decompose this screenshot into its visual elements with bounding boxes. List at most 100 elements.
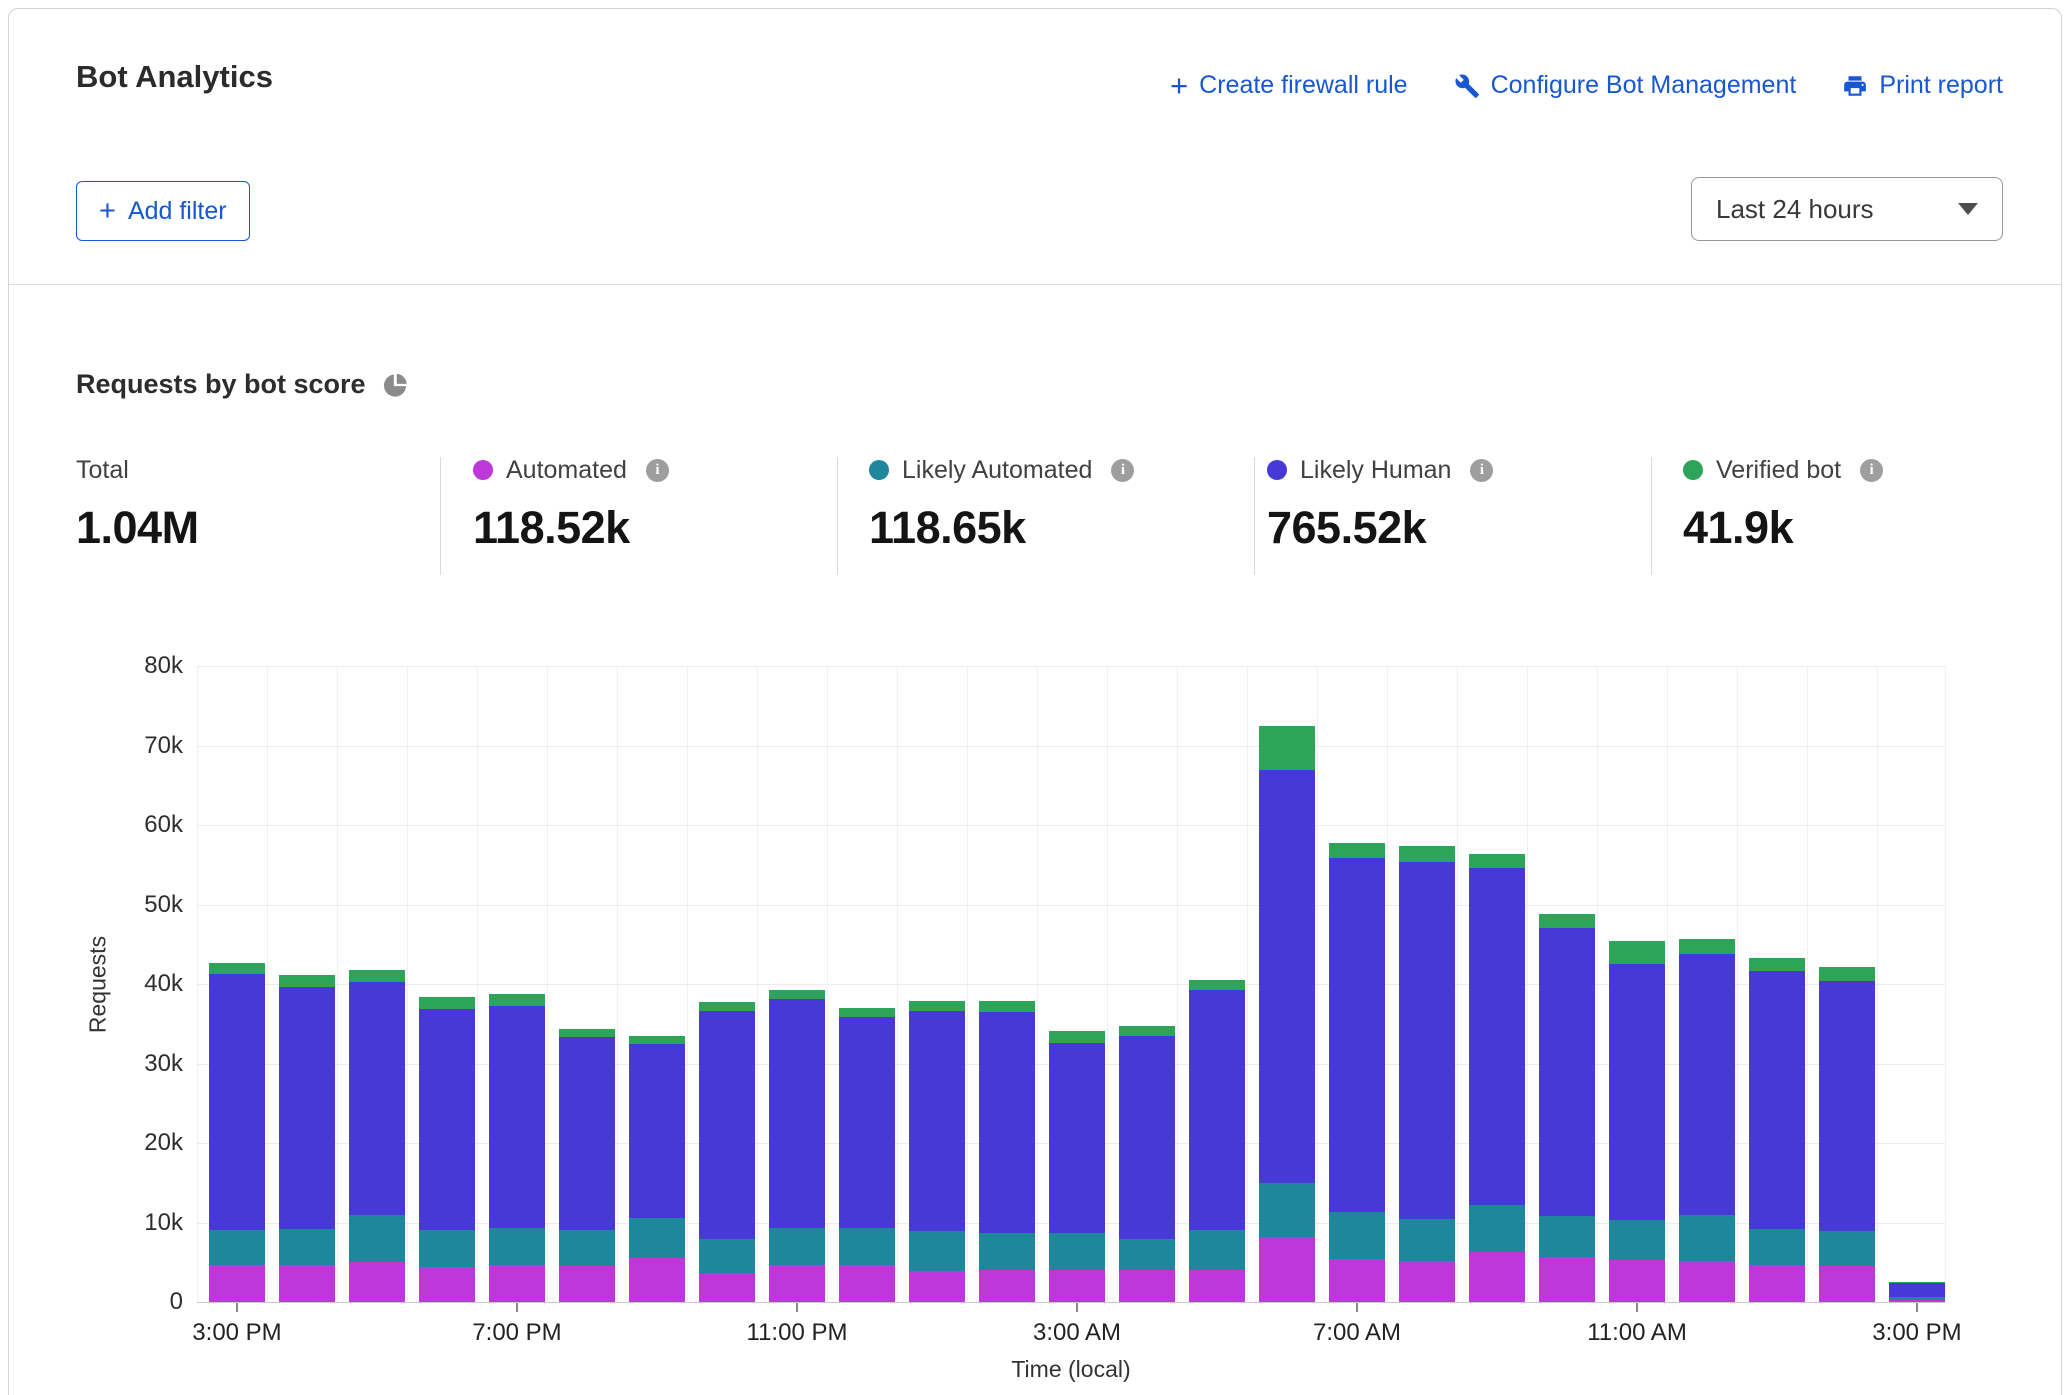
bar-segment[interactable]	[1819, 1231, 1875, 1266]
bar-segment[interactable]	[1329, 1259, 1385, 1302]
bar-segment[interactable]	[1189, 990, 1245, 1230]
bar-segment[interactable]	[279, 1265, 335, 1302]
bar-segment[interactable]	[209, 1230, 265, 1265]
bar-segment[interactable]	[839, 1265, 895, 1302]
bar-segment[interactable]	[1399, 1261, 1455, 1302]
bar-segment[interactable]	[699, 1273, 755, 1302]
bar-segment[interactable]	[699, 1002, 755, 1011]
bar-segment[interactable]	[1539, 1257, 1595, 1302]
bar-segment[interactable]	[1889, 1300, 1945, 1302]
bar-segment[interactable]	[1049, 1031, 1105, 1043]
bar-segment[interactable]	[909, 1271, 965, 1302]
bar-segment[interactable]	[1119, 1026, 1175, 1036]
bar-segment[interactable]	[769, 1265, 825, 1302]
bar-segment[interactable]	[559, 1266, 615, 1302]
bar-segment[interactable]	[629, 1258, 685, 1302]
bar-segment[interactable]	[1749, 971, 1805, 1229]
bar-segment[interactable]	[1469, 1252, 1525, 1302]
bar-segment[interactable]	[1119, 1036, 1175, 1240]
bar-segment[interactable]	[909, 1001, 965, 1011]
bar-segment[interactable]	[1329, 843, 1385, 857]
bar-segment[interactable]	[1609, 1260, 1665, 1302]
bar-segment[interactable]	[209, 1265, 265, 1302]
bar-segment[interactable]	[279, 1229, 335, 1266]
bar-segment[interactable]	[1329, 858, 1385, 1213]
bar-segment[interactable]	[279, 987, 335, 1229]
bar-segment[interactable]	[769, 999, 825, 1228]
bar-segment[interactable]	[1049, 1270, 1105, 1302]
bar-segment[interactable]	[1609, 1220, 1665, 1260]
bar-segment[interactable]	[1749, 1229, 1805, 1265]
bar-segment[interactable]	[1399, 1219, 1455, 1262]
bar-segment[interactable]	[419, 1267, 475, 1302]
bar-segment[interactable]	[1119, 1239, 1175, 1270]
bar-segment[interactable]	[1819, 1266, 1875, 1302]
bar-segment[interactable]	[559, 1230, 615, 1267]
bar-segment[interactable]	[839, 1228, 895, 1265]
bar-segment[interactable]	[1189, 980, 1245, 990]
bar-segment[interactable]	[349, 1215, 405, 1263]
bar-segment[interactable]	[1609, 941, 1665, 964]
bar-segment[interactable]	[349, 970, 405, 982]
bar-segment[interactable]	[909, 1231, 965, 1271]
bar-segment[interactable]	[1679, 939, 1735, 953]
bar-segment[interactable]	[839, 1017, 895, 1228]
bar-segment[interactable]	[1469, 854, 1525, 868]
bar-segment[interactable]	[1259, 1183, 1315, 1237]
bar-segment[interactable]	[699, 1239, 755, 1272]
bar-segment[interactable]	[629, 1218, 685, 1259]
bar-segment[interactable]	[699, 1011, 755, 1239]
bar-segment[interactable]	[629, 1044, 685, 1217]
bar-segment[interactable]	[1049, 1233, 1105, 1270]
bar-segment[interactable]	[769, 990, 825, 999]
bar-segment[interactable]	[1329, 1212, 1385, 1259]
bar-segment[interactable]	[489, 1265, 545, 1302]
bar-segment[interactable]	[1049, 1043, 1105, 1233]
bar-segment[interactable]	[1679, 954, 1735, 1215]
bar-segment[interactable]	[1469, 868, 1525, 1205]
bar-segment[interactable]	[1819, 967, 1875, 981]
bar-segment[interactable]	[1749, 958, 1805, 972]
bar-segment[interactable]	[1189, 1230, 1245, 1270]
bar-segment[interactable]	[909, 1011, 965, 1231]
bar-segment[interactable]	[1539, 928, 1595, 1216]
bar-segment[interactable]	[349, 982, 405, 1214]
bar-segment[interactable]	[1259, 770, 1315, 1183]
bar-segment[interactable]	[489, 1228, 545, 1265]
bar-segment[interactable]	[1189, 1270, 1245, 1302]
bar-segment[interactable]	[559, 1029, 615, 1038]
bar-segment[interactable]	[839, 1008, 895, 1018]
bar-segment[interactable]	[279, 975, 335, 987]
bar-segment[interactable]	[1889, 1283, 1945, 1297]
bar-segment[interactable]	[1259, 726, 1315, 771]
bar-segment[interactable]	[1889, 1297, 1945, 1299]
bar-segment[interactable]	[629, 1036, 685, 1045]
bar-segment[interactable]	[1539, 914, 1595, 928]
bar-segment[interactable]	[419, 997, 475, 1009]
bar-segment[interactable]	[419, 1230, 475, 1267]
bar-segment[interactable]	[209, 974, 265, 1230]
bar-segment[interactable]	[1889, 1282, 1945, 1283]
bar-segment[interactable]	[1469, 1205, 1525, 1252]
bar-segment[interactable]	[1749, 1265, 1805, 1302]
bar-segment[interactable]	[979, 1001, 1035, 1011]
bar-segment[interactable]	[1399, 846, 1455, 861]
bar-segment[interactable]	[979, 1012, 1035, 1233]
bar-segment[interactable]	[1819, 981, 1875, 1231]
bar-segment[interactable]	[489, 1006, 545, 1228]
bar-segment[interactable]	[1399, 862, 1455, 1219]
bar-segment[interactable]	[1679, 1261, 1735, 1302]
bar-segment[interactable]	[1119, 1270, 1175, 1302]
bar-segment[interactable]	[1609, 964, 1665, 1220]
bar-segment[interactable]	[1679, 1215, 1735, 1261]
bar-segment[interactable]	[559, 1037, 615, 1229]
bar-segment[interactable]	[419, 1009, 475, 1230]
bar-segment[interactable]	[1259, 1237, 1315, 1302]
bar-segment[interactable]	[489, 994, 545, 1006]
bar-segment[interactable]	[209, 963, 265, 973]
bar-segment[interactable]	[349, 1262, 405, 1302]
bar-segment[interactable]	[769, 1228, 825, 1265]
bar-segment[interactable]	[979, 1270, 1035, 1302]
bar-segment[interactable]	[1539, 1216, 1595, 1257]
bar-segment[interactable]	[979, 1233, 1035, 1270]
